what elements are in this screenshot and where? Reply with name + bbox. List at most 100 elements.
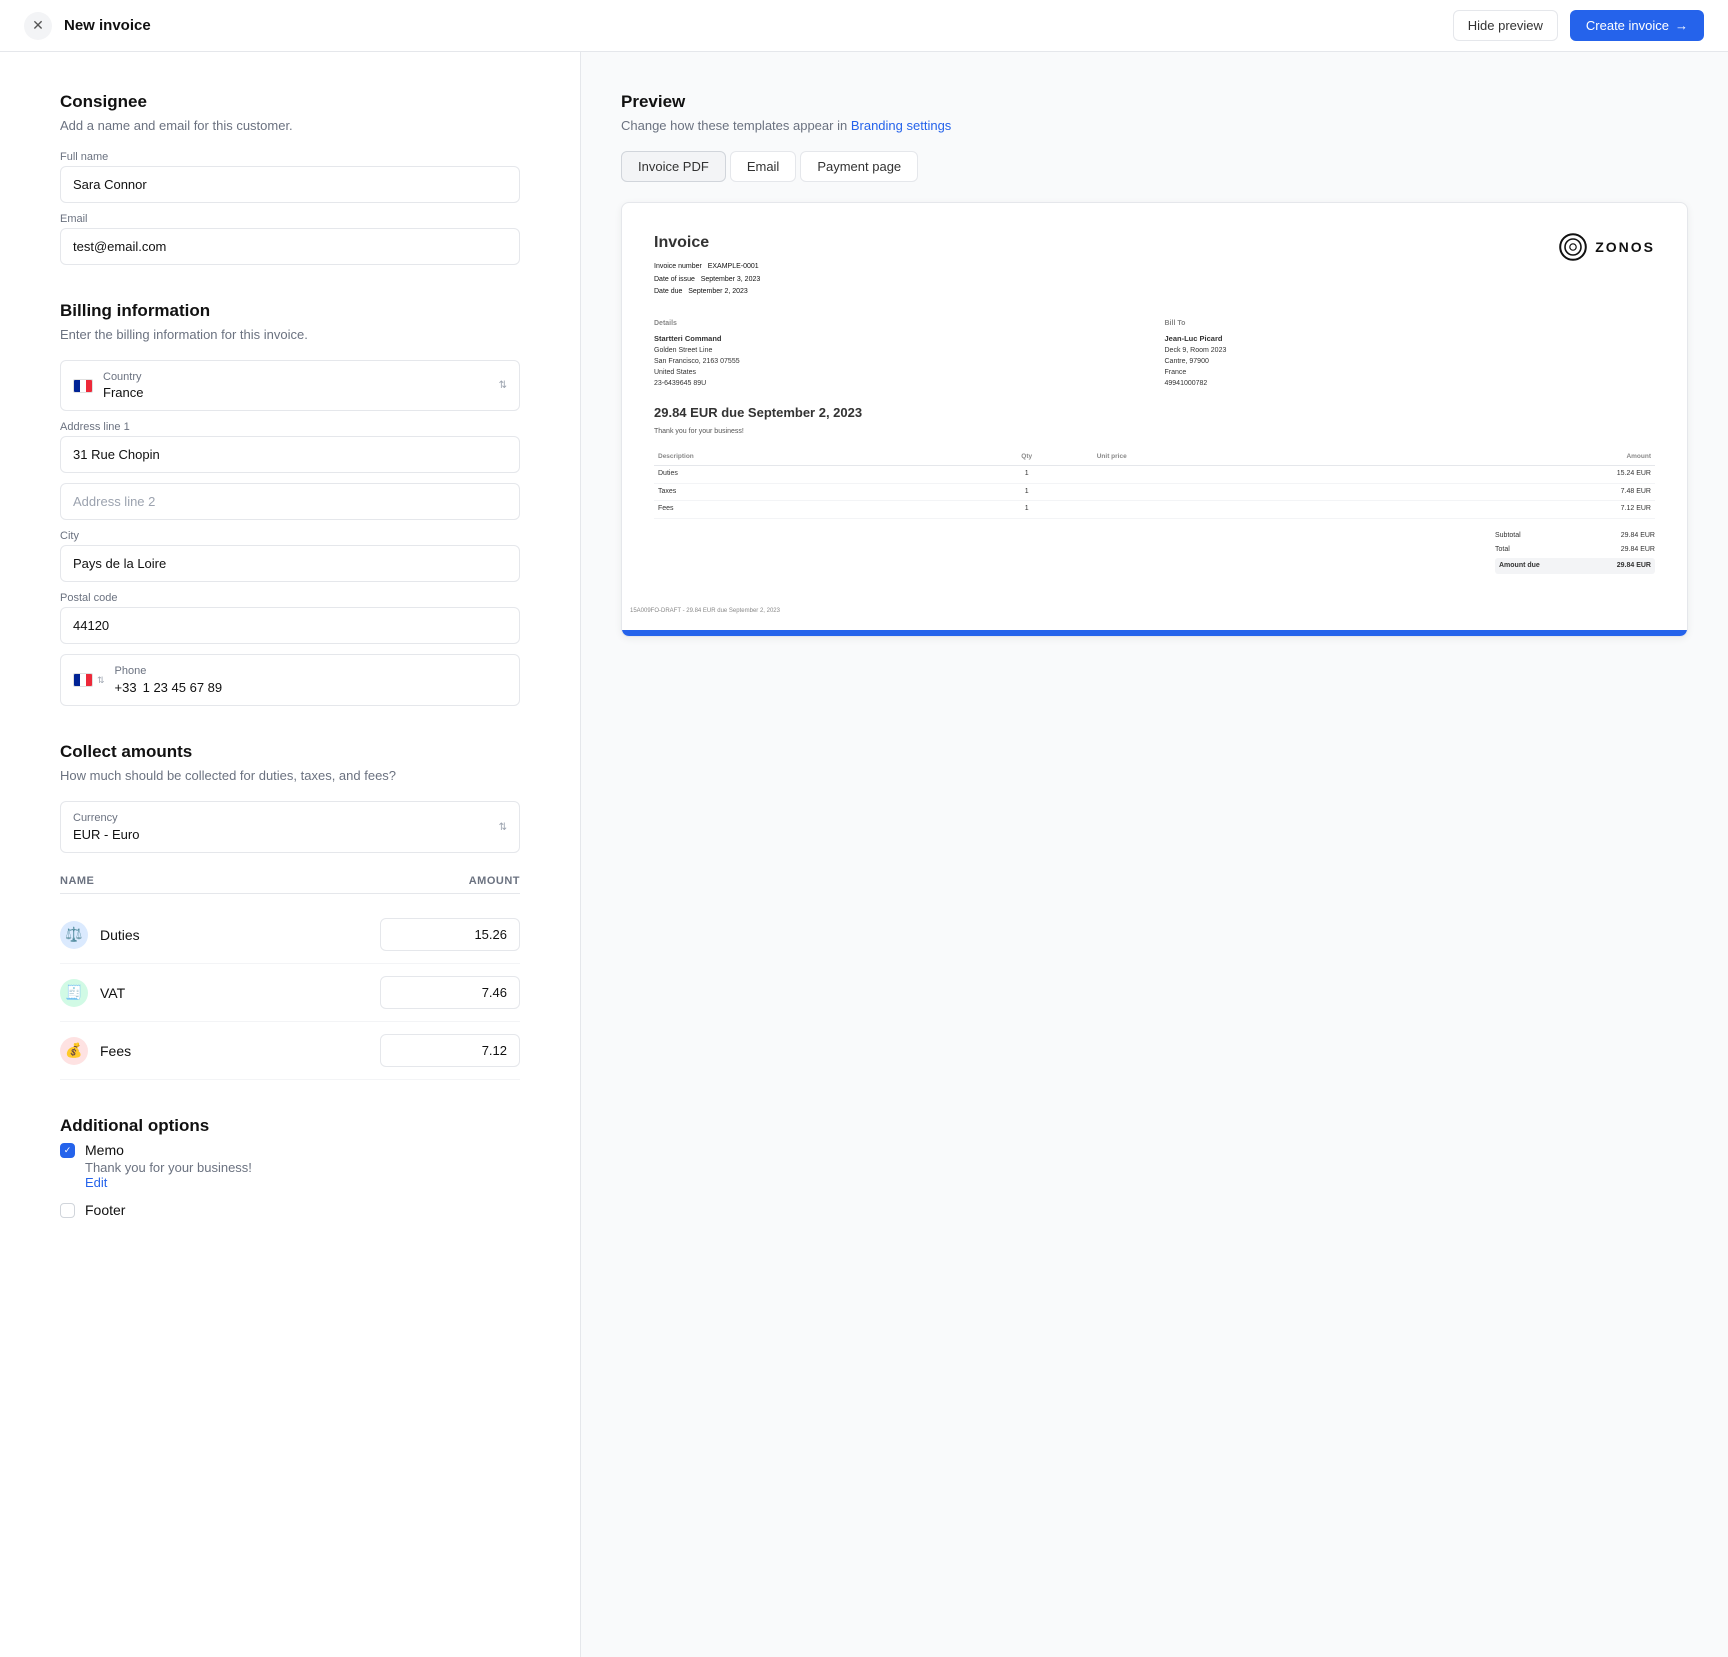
currency-field[interactable]: Currency EUR - Euro ⇅ — [60, 801, 520, 853]
city-field: City — [60, 530, 520, 582]
invoice-date-issue-row: Date of issue September 3, 2023 — [654, 274, 760, 287]
invoice-thankyou: Thank you for your business! — [654, 427, 1655, 438]
branding-settings-link[interactable]: Branding settings — [851, 118, 951, 133]
memo-checkbox[interactable]: ✓ — [60, 1143, 75, 1158]
tab-invoice-pdf[interactable]: Invoice PDF — [621, 151, 726, 182]
billing-section: Billing information Enter the billing in… — [60, 301, 520, 706]
full-name-field: Full name — [60, 151, 520, 203]
currency-value: EUR - Euro — [73, 827, 139, 842]
email-field: Email — [60, 213, 520, 265]
invoice-totals: Subtotal 29.84 EUR Total 29.84 EUR Amoun… — [1495, 529, 1655, 575]
select-arrows-icon: ⇅ — [499, 380, 507, 391]
create-invoice-button[interactable]: Create invoice → — [1570, 10, 1704, 41]
amount-input[interactable] — [380, 1034, 520, 1067]
checkmark-icon: ✓ — [64, 1145, 72, 1156]
address2-field — [60, 483, 520, 520]
invoice-from-col: Details Startteri Command Golden Street … — [654, 319, 1145, 390]
tab-payment-page[interactable]: Payment page — [800, 151, 918, 182]
collect-section: Collect amounts How much should be colle… — [60, 742, 520, 1080]
invoice-to-col: Bill To Jean-Luc Picard Deck 9, Room 202… — [1165, 319, 1656, 390]
country-value: France — [103, 385, 489, 400]
phone-flag-group[interactable]: ⇅ — [73, 673, 105, 687]
preview-title: Preview — [621, 92, 1688, 112]
invoice-date-due-row: Date due September 2, 2023 — [654, 286, 760, 299]
email-input[interactable] — [60, 228, 520, 265]
address1-label: Address line 1 — [60, 421, 520, 433]
invoice-table-body: Duties115.24 EURTaxes17.48 EURFees17.12 … — [654, 466, 1655, 519]
email-label: Email — [60, 213, 520, 225]
tab-email[interactable]: Email — [730, 151, 797, 182]
postal-field: Postal code — [60, 592, 520, 644]
table-row: Duties115.24 EUR — [654, 466, 1655, 484]
currency-label: Currency — [73, 812, 139, 824]
footer-checkbox[interactable] — [60, 1203, 75, 1218]
amounts-table: NAME AMOUNT ⚖️ Duties 🧾 VAT 💰 Fees — [60, 869, 520, 1080]
invoice-footer-bar — [622, 630, 1687, 636]
additional-title: Additional options — [60, 1116, 520, 1136]
arrow-icon: → — [1675, 18, 1688, 33]
amount-name: VAT — [100, 985, 380, 1001]
amount-icon: 💰 — [60, 1037, 88, 1065]
consignee-title: Consignee — [60, 92, 520, 112]
app-header: ✕ New invoice Hide preview Create invoic… — [0, 0, 1728, 52]
col-qty: Qty — [961, 449, 1093, 465]
currency-inner: Currency EUR - Euro ⇅ — [73, 812, 507, 842]
invoice-table-header: Description Qty Unit price Amount — [654, 449, 1655, 465]
postal-label: Postal code — [60, 592, 520, 604]
additional-section: Additional options ✓ Memo Thank you for … — [60, 1116, 520, 1218]
col-unit-price: Unit price — [1093, 449, 1359, 465]
france-flag-icon — [73, 379, 93, 393]
full-name-label: Full name — [60, 151, 520, 163]
amounts-header: NAME AMOUNT — [60, 869, 520, 894]
postal-input[interactable] — [60, 607, 520, 644]
page-title: New invoice — [64, 17, 151, 34]
right-panel: Preview Change how these templates appea… — [580, 52, 1728, 1657]
phone-input[interactable] — [143, 680, 507, 695]
invoice-preview: Invoice Invoice number EXAMPLE-0001 Date… — [621, 202, 1688, 637]
address1-input[interactable] — [60, 436, 520, 473]
consignee-desc: Add a name and email for this customer. — [60, 118, 520, 133]
amount-name: Fees — [100, 1043, 380, 1059]
amount-input[interactable] — [380, 918, 520, 951]
amounts-amount-header: AMOUNT — [469, 875, 520, 887]
invoice-amount-banner: 29.84 EUR due September 2, 2023 — [654, 403, 1655, 423]
zonos-text: ZONOS — [1595, 237, 1655, 258]
country-inner: Country France — [103, 371, 489, 400]
memo-edit-link[interactable]: Edit — [85, 1175, 252, 1190]
amount-icon: ⚖️ — [60, 921, 88, 949]
col-amount: Amount — [1359, 449, 1655, 465]
billing-title: Billing information — [60, 301, 520, 321]
phone-field: ⇅ Phone +33 — [60, 654, 520, 706]
address2-input[interactable] — [60, 483, 520, 520]
phone-inner: Phone +33 — [115, 665, 507, 695]
preview-desc: Change how these templates appear in Bra… — [621, 118, 1688, 133]
phone-code: +33 — [115, 680, 137, 695]
footer-label: Footer — [85, 1202, 125, 1218]
col-description: Description — [654, 449, 961, 465]
invoice-meta: Invoice number EXAMPLE-0001 Date of issu… — [654, 261, 760, 299]
memo-value: Thank you for your business! — [85, 1160, 252, 1175]
invoice-doc-title: Invoice — [654, 231, 760, 255]
list-item: ⚖️ Duties — [60, 906, 520, 964]
phone-arrows-icon: ⇅ — [97, 675, 105, 686]
country-field[interactable]: Country France ⇅ — [60, 360, 520, 411]
amounts-name-header: NAME — [60, 875, 94, 887]
header-left: ✕ New invoice — [24, 12, 151, 40]
subtotal-row: Subtotal 29.84 EUR — [1495, 529, 1655, 544]
city-label: City — [60, 530, 520, 542]
close-button[interactable]: ✕ — [24, 12, 52, 40]
collect-desc: How much should be collected for duties,… — [60, 768, 520, 783]
amount-icon: 🧾 — [60, 979, 88, 1007]
list-item: 💰 Fees — [60, 1022, 520, 1080]
footer-row: Footer — [60, 1202, 520, 1218]
invoice-details-row: Details Startteri Command Golden Street … — [654, 319, 1655, 390]
total-row: Total 29.84 EUR — [1495, 543, 1655, 558]
city-input[interactable] — [60, 545, 520, 582]
main-layout: Consignee Add a name and email for this … — [0, 52, 1728, 1657]
amount-input[interactable] — [380, 976, 520, 1009]
hide-preview-button[interactable]: Hide preview — [1453, 10, 1558, 41]
currency-arrows-icon: ⇅ — [499, 822, 507, 833]
full-name-input[interactable] — [60, 166, 520, 203]
table-row: Taxes17.48 EUR — [654, 483, 1655, 501]
left-panel: Consignee Add a name and email for this … — [0, 52, 580, 1657]
